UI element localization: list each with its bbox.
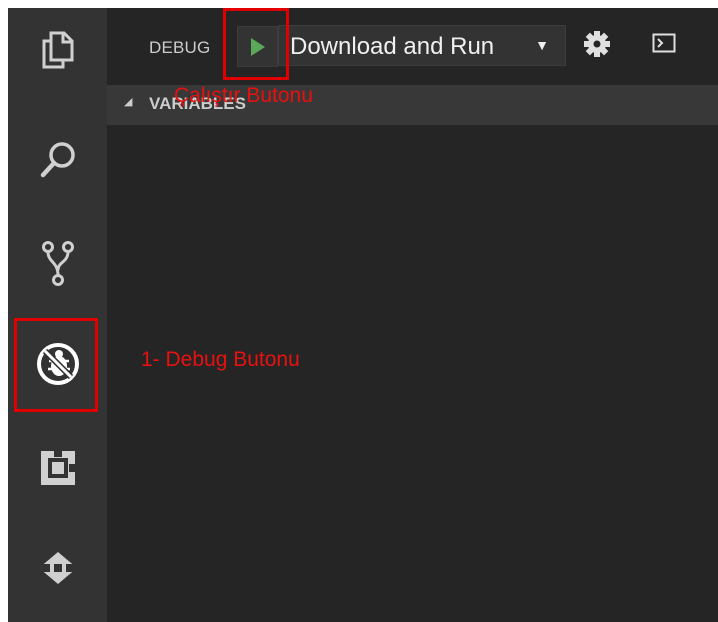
remote-icon: [36, 552, 79, 584]
activity-search[interactable]: [8, 130, 107, 190]
launch-config-value: Download and Run: [290, 33, 495, 60]
explorer-icon: [42, 31, 73, 69]
debug-title: DEBUG: [149, 38, 211, 57]
run-highlight-box: [223, 8, 289, 80]
git-icon: [41, 241, 74, 286]
extensions-icon: [40, 449, 77, 485]
vscode-window: DEBUG Download and Run ▼ ◢ VARIABLES: [8, 8, 718, 622]
terminal-icon: [652, 33, 676, 53]
activity-explorer[interactable]: [8, 20, 107, 80]
activity-git[interactable]: [8, 234, 107, 294]
chevron-down-icon: ▼: [535, 37, 549, 53]
open-console-button[interactable]: [652, 33, 676, 58]
collapse-triangle-icon: ◢: [124, 96, 133, 108]
debug-toolbar: DEBUG Download and Run ▼: [107, 8, 718, 85]
launch-config-select[interactable]: Download and Run ▼: [278, 25, 566, 66]
run-button-annotation: Çalıştır Butonu: [174, 84, 313, 107]
activity-extensions[interactable]: [8, 438, 107, 498]
activity-bar: [8, 8, 107, 622]
activity-remote[interactable]: [8, 538, 107, 598]
search-icon: [40, 142, 75, 178]
configure-button[interactable]: [583, 30, 611, 63]
debug-highlight-box: [14, 318, 98, 412]
gear-icon: [584, 31, 610, 57]
debug-button-annotation: 1- Debug Butonu: [141, 348, 300, 371]
